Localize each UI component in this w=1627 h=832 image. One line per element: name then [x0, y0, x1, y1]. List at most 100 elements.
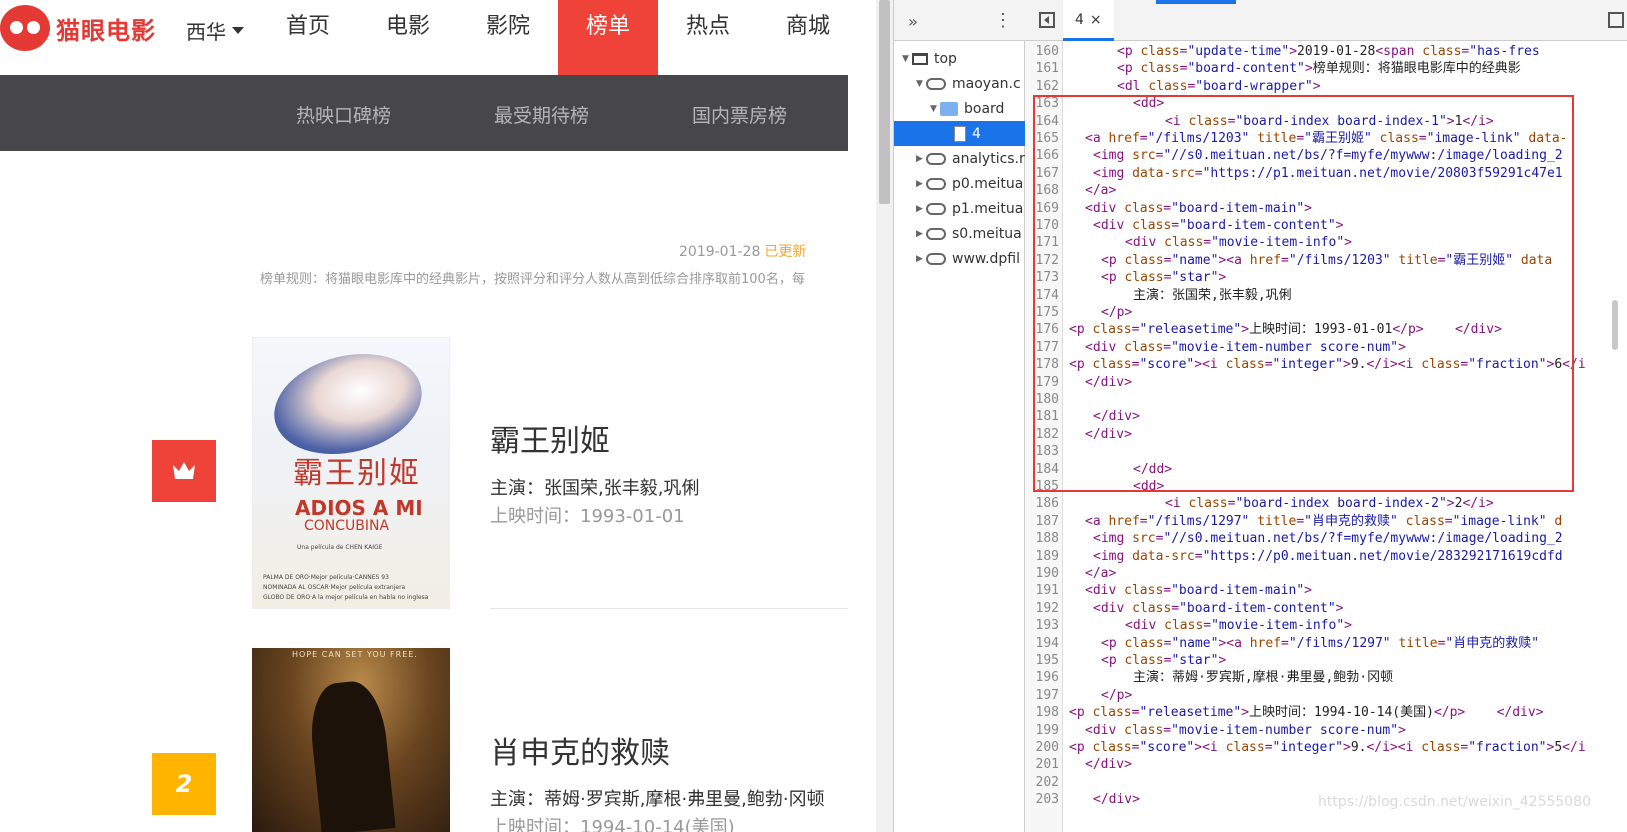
subnav-item-most-expected[interactable]: 最受期待榜	[494, 101, 589, 128]
code-line: 181 </div>	[1025, 408, 1627, 426]
subnav-item-hot-reviews[interactable]: 热映口碑榜	[296, 101, 391, 128]
code-token: <div	[1085, 339, 1125, 355]
movie-poster-2[interactable]: HOPE CAN SET YOU FREE.	[252, 648, 450, 832]
frame-icon	[912, 52, 928, 65]
collapsed-triangle-icon: ▶	[916, 228, 923, 239]
editor-tabbar: 4 ×	[1025, 0, 1627, 41]
nav-item-movies[interactable]: 电影	[358, 0, 458, 75]
tree-node[interactable]: ▼ board	[894, 96, 1025, 121]
line-content: <p class="star">	[1101, 652, 1226, 670]
code-token: class	[1124, 252, 1164, 268]
toggle-debugger-icon[interactable]	[1608, 12, 1624, 28]
code-line: 183	[1025, 443, 1627, 461]
line-number: 178	[1035, 357, 1059, 373]
code-token: src	[1132, 531, 1156, 547]
code-token: =	[1264, 357, 1273, 373]
code-token: class	[1132, 600, 1172, 616]
tree-node[interactable]: ▼ maoyan.c	[894, 71, 1025, 96]
nav-item-board[interactable]: 榜单	[558, 0, 658, 75]
toggle-navigator-icon[interactable]	[1039, 12, 1055, 28]
main-nav: 首页 电影 影院 榜单 热点 商城	[258, 0, 848, 75]
line-content: <img data-src="https://p1.meituan.net/mo…	[1093, 165, 1563, 183]
movie-poster-1[interactable]: 霸王别姬 ADIOS A MI CONCUBINA Una película d…	[252, 337, 450, 609]
code-line: 195 <p class="star">	[1025, 652, 1627, 670]
tree-node[interactable]: ▶ www.dpfil	[894, 246, 1025, 271]
code-token: <dl	[1117, 78, 1149, 94]
nav-item-hot[interactable]: 热点	[658, 0, 758, 75]
code-token: <div	[1085, 200, 1125, 216]
code-token: href	[1108, 131, 1140, 146]
code-line: 192 <div class="board-item-content">	[1025, 600, 1627, 618]
tree-node[interactable]: ▼ top	[894, 46, 1025, 71]
code-token: </div>	[1085, 426, 1132, 442]
nav-item-home[interactable]: 首页	[258, 0, 358, 75]
code-token: </div>	[1093, 792, 1140, 808]
page-scrollbar-thumb[interactable]	[879, 0, 890, 204]
code-token: </i><i	[1366, 357, 1422, 373]
tree-node-label: 4	[972, 125, 981, 142]
logo[interactable]: 猫眼电影	[0, 4, 156, 52]
code-scrollbar-thumb[interactable]	[1612, 300, 1618, 350]
tree-node[interactable]: ▶ p1.meitua	[894, 196, 1025, 221]
code-token: src	[1132, 148, 1156, 164]
nav-item-cinemas[interactable]: 影院	[458, 0, 558, 75]
code-token: "movie-item-number score-num"	[1171, 339, 1399, 355]
code-token: class	[1188, 113, 1228, 129]
code-token: >	[1241, 705, 1250, 721]
code-token: >	[1218, 653, 1227, 668]
code-line: 172 <p class="name"><a href="/films/1203"…	[1025, 252, 1627, 270]
code-token: 6	[1554, 357, 1563, 373]
line-number: 180	[1035, 392, 1059, 407]
line-number: 187	[1035, 513, 1059, 529]
code-token: 9.	[1350, 357, 1367, 373]
editor-tab[interactable]: 4 ×	[1063, 0, 1114, 41]
code-token: <p	[1069, 322, 1093, 338]
collapsed-triangle-icon: ▶	[916, 178, 923, 189]
code-token: =	[1194, 548, 1203, 564]
tree-node[interactable]: ▶ analytics.r	[894, 146, 1025, 171]
line-content: <a href="/films/1203" title="霸王别姬" class…	[1085, 130, 1568, 148]
cloud-icon	[926, 202, 946, 215]
line-content: </div>	[1085, 426, 1132, 444]
poster-tagline: HOPE CAN SET YOU FREE.	[292, 650, 418, 659]
code-token: =	[1171, 218, 1180, 233]
code-line: 178 <p class="score"><i class="integer">9…	[1025, 356, 1627, 374]
code-editor[interactable]: 160 <p class="update-time">2019-01-28<spa…	[1025, 41, 1627, 832]
code-token: "movie-item-info"	[1211, 618, 1345, 634]
code-token: 上映时间：1994-10-14(美国)	[1249, 705, 1434, 721]
code-token: class	[1225, 740, 1265, 755]
code-token: </a>	[1085, 183, 1117, 199]
more-tabs-chevron-icon[interactable]: »	[908, 12, 918, 31]
code-token: <p	[1069, 705, 1093, 721]
movie-name-2[interactable]: 肖申克的救赎	[490, 728, 670, 772]
cat-logo-icon	[0, 5, 50, 51]
nav-item-mall[interactable]: 商城	[758, 0, 848, 75]
code-token: >	[1446, 113, 1455, 129]
line-content: <p class="releasetime">上映时间：1994-10-14(美…	[1069, 704, 1544, 722]
code-token: "integer"	[1272, 357, 1343, 373]
code-token: class	[1124, 339, 1164, 355]
close-icon[interactable]: ×	[1090, 12, 1102, 28]
code-token: </div>	[1085, 374, 1132, 390]
tree-node[interactable]: 4	[894, 121, 1025, 146]
code-token: 主演：张国荣,张丰毅,巩俐	[1133, 287, 1292, 303]
line-content: </div>	[1093, 791, 1140, 809]
code-token: <div	[1125, 235, 1165, 251]
code-token: ><a	[1218, 252, 1250, 268]
code-token: "fraction"	[1468, 357, 1547, 373]
line-content: <p class="update-time">2019-01-28<span c…	[1117, 43, 1540, 61]
city-selector[interactable]: 西华	[186, 16, 244, 45]
subnav-item-domestic-box-office[interactable]: 国内票房榜	[692, 101, 787, 128]
cloud-icon	[926, 177, 946, 190]
top-navbar: 猫眼电影 西华 首页 电影 影院 榜单 热点 商城	[0, 0, 848, 75]
page-scrollbar[interactable]	[876, 0, 893, 832]
tree-node[interactable]: ▶ p0.meitua	[894, 171, 1025, 196]
cloud-icon	[926, 77, 946, 90]
movie-name-1[interactable]: 霸王别姬	[490, 416, 610, 460]
code-token: ><i	[1194, 740, 1226, 755]
code-token: class	[1140, 61, 1180, 77]
line-number: 203	[1035, 792, 1059, 808]
kebab-menu-icon[interactable]: ⋮	[994, 10, 1012, 31]
tree-node[interactable]: ▶ s0.meitua	[894, 221, 1025, 246]
line-content: <div class="movie-item-info">	[1125, 617, 1352, 635]
